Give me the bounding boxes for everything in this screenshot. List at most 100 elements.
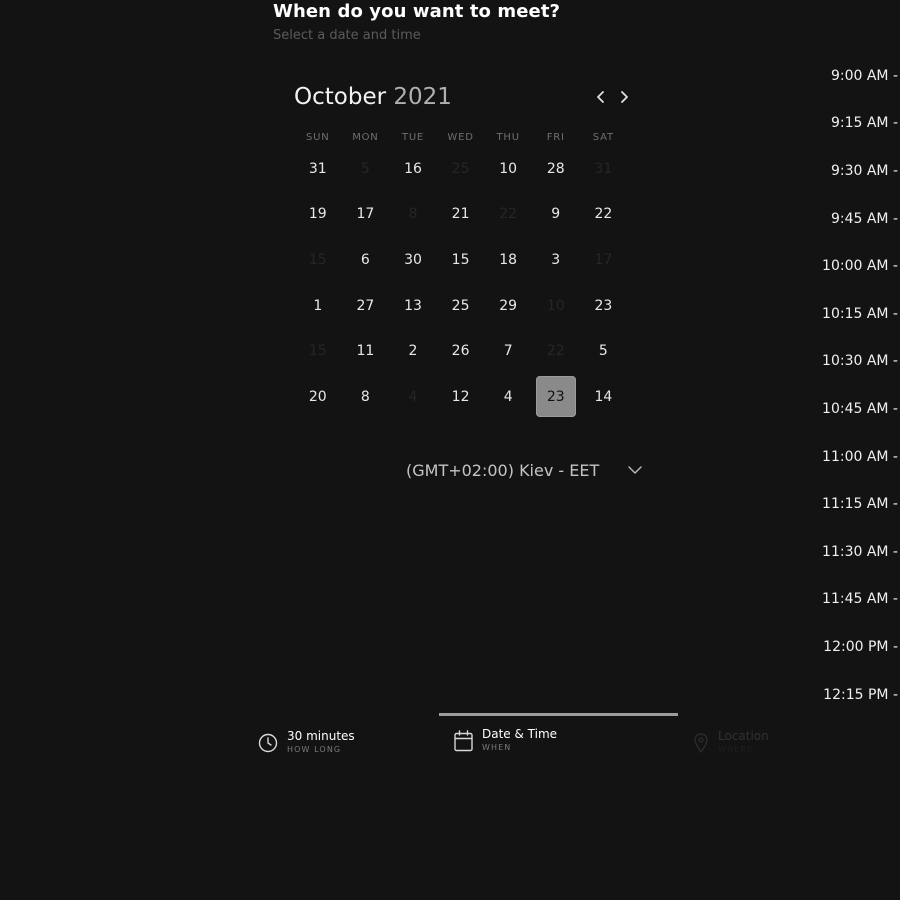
time-slot-button[interactable]: 11:30 AM - 12:00 PM — [812, 528, 900, 576]
calendar-day[interactable]: 1 — [294, 283, 342, 329]
calendar-day[interactable]: 11 — [342, 328, 390, 374]
calendar-day-selected[interactable]: 23 — [532, 374, 580, 420]
calendar-day[interactable]: 4 — [484, 374, 532, 420]
time-slot-list: 9:00 AM - 9:30 AM 9:15 AM - 9:45 AM 9:30 A… — [812, 52, 900, 718]
step-progress-indicator — [439, 713, 678, 716]
calendar-day-number: 28 — [546, 160, 565, 177]
time-slot-label: 11:30 AM - 12:00 PM — [822, 543, 900, 560]
calendar-day[interactable]: 13 — [389, 283, 437, 329]
calendar-day[interactable]: 29 — [484, 283, 532, 329]
time-slot-button[interactable]: 9:30 AM - 10:00 AM — [812, 147, 900, 195]
time-slot-label: 10:00 AM - 10:30 AM — [822, 258, 900, 275]
calendar-month: October — [294, 84, 387, 110]
calendar-day-number: 22 — [594, 206, 613, 223]
location-icon — [694, 732, 708, 753]
calendar-day[interactable]: 18 — [484, 237, 532, 283]
timezone-select[interactable]: (GMT+02:00) Kiev - EET — [406, 459, 642, 481]
calendar-day-number: 15 — [451, 251, 470, 268]
time-slot-button[interactable]: 12:00 PM - 12:30 PM — [812, 623, 900, 671]
time-slot-button[interactable]: 10:45 AM - 11:15 AM — [812, 385, 900, 433]
time-slot-button[interactable]: 10:30 AM - 11:00 AM — [812, 338, 900, 386]
time-slot-button[interactable]: 10:00 AM - 10:30 AM — [812, 242, 900, 290]
calendar-day[interactable]: 14 — [580, 374, 628, 420]
calendar-day[interactable]: 12 — [437, 374, 485, 420]
calendar-day: 5 — [342, 146, 390, 192]
calendar-day[interactable]: 9 — [532, 192, 580, 238]
calendar-day-number: 30 — [404, 251, 422, 268]
calendar-day[interactable]: 19 — [294, 192, 342, 238]
calendar-day: 22 — [484, 192, 532, 238]
page-subtitle: Select a date and time — [273, 28, 421, 43]
calendar-day[interactable]: 23 — [580, 283, 628, 329]
calendar-day[interactable]: 21 — [437, 192, 485, 238]
calendar-day-number: 6 — [360, 251, 370, 268]
calendar-day-number: 22 — [499, 206, 518, 223]
calendar-day[interactable]: 26 — [437, 328, 485, 374]
time-slot-button[interactable]: 9:00 AM - 9:30 AM — [812, 52, 900, 100]
time-slot-button[interactable]: 9:45 AM - 10:15 AM — [812, 195, 900, 243]
calendar-day[interactable]: 27 — [342, 283, 390, 329]
weekday-label: SAT — [592, 132, 614, 143]
chevron-down-icon — [628, 466, 642, 474]
previous-month-button[interactable] — [591, 86, 611, 108]
time-slot-label: 11:15 AM - 11:45 AM — [822, 496, 900, 513]
step-duration[interactable]: 30 minutes HOW LONG — [258, 729, 355, 756]
time-slot-button[interactable]: 11:15 AM - 11:45 AM — [812, 480, 900, 528]
time-slot-label: 11:00 AM - 11:30 AM — [822, 448, 900, 465]
calendar-day-number: 19 — [308, 206, 327, 223]
calendar-day[interactable]: 22 — [580, 192, 628, 238]
calendar-day-number: 26 — [451, 343, 470, 360]
calendar-day[interactable]: 25 — [437, 283, 485, 329]
page-title: When do you want to meet? — [273, 1, 561, 22]
calendar-day[interactable]: 20 — [294, 374, 342, 420]
calendar-day[interactable]: 28 — [532, 146, 580, 192]
time-slot-label: 9:00 AM - 9:30 AM — [830, 67, 900, 84]
calendar-day[interactable]: 15 — [437, 237, 485, 283]
calendar-day-number: 3 — [551, 251, 561, 268]
calendar-day-number: 29 — [499, 297, 518, 314]
calendar-day[interactable]: 31 — [294, 146, 342, 192]
calendar-day-number: 17 — [594, 251, 613, 268]
calendar-day: 25 — [437, 146, 485, 192]
calendar-day-number: 27 — [356, 297, 375, 314]
step-location[interactable]: Location WHERE — [693, 729, 769, 756]
calendar-day-number: 8 — [408, 206, 418, 223]
step-date-time[interactable]: Date & Time WHEN — [454, 727, 557, 754]
step-duration-sublabel: HOW LONG — [287, 745, 342, 754]
step-location-sublabel: WHERE — [718, 745, 754, 754]
calendar-day: 22 — [532, 328, 580, 374]
calendar-day[interactable]: 3 — [532, 237, 580, 283]
calendar-day-number: 15 — [308, 251, 327, 268]
calendar-day: 8 — [389, 192, 437, 238]
weekday-label: WED — [447, 132, 474, 143]
time-slot-button[interactable]: 11:00 AM - 11:30 AM — [812, 433, 900, 481]
calendar-day[interactable]: 5 — [580, 328, 628, 374]
calendar-day[interactable]: 8 — [342, 374, 390, 420]
time-slot-button[interactable]: 9:15 AM - 9:45 AM — [812, 100, 900, 148]
calendar-day[interactable]: 16 — [389, 146, 437, 192]
time-slot-label: 12:00 PM - 12:30 PM — [823, 638, 900, 655]
step-date-label: Date & Time — [482, 727, 558, 741]
weekday-header: SUN MON TUE WED THU FRI SAT — [294, 132, 627, 143]
calendar-day[interactable]: 2 — [389, 328, 437, 374]
time-slot-label: 12:15 PM - 12:45 PM — [823, 686, 900, 703]
calendar-day[interactable]: 17 — [342, 192, 390, 238]
time-slot-label: 9:15 AM - 9:45 AM — [830, 115, 900, 132]
calendar-day-number: 13 — [404, 297, 422, 314]
time-slot-button[interactable]: 11:45 AM - 12:15 PM — [812, 576, 900, 624]
calendar-day: 17 — [580, 237, 628, 283]
calendar-day[interactable]: 7 — [484, 328, 532, 374]
calendar-day: 10 — [532, 283, 580, 329]
calendar-day-number: 18 — [499, 251, 518, 268]
scheduler-page: When do you want to meet? Select a date … — [0, 0, 900, 900]
calendar-day[interactable]: 10 — [484, 146, 532, 192]
time-slot-button[interactable]: 10:15 AM - 10:45 AM — [812, 290, 900, 338]
calendar-month-title: October 2021 — [294, 84, 452, 110]
time-slot-label: 10:45 AM - 11:15 AM — [822, 400, 900, 417]
calendar-day[interactable]: 30 — [389, 237, 437, 283]
weekday-label: THU — [496, 132, 520, 143]
calendar-day[interactable]: 6 — [342, 237, 390, 283]
calendar-day-number: 12 — [451, 388, 470, 405]
next-month-button[interactable] — [614, 86, 634, 108]
time-slot-button[interactable]: 12:15 PM - 12:45 PM — [812, 671, 900, 719]
